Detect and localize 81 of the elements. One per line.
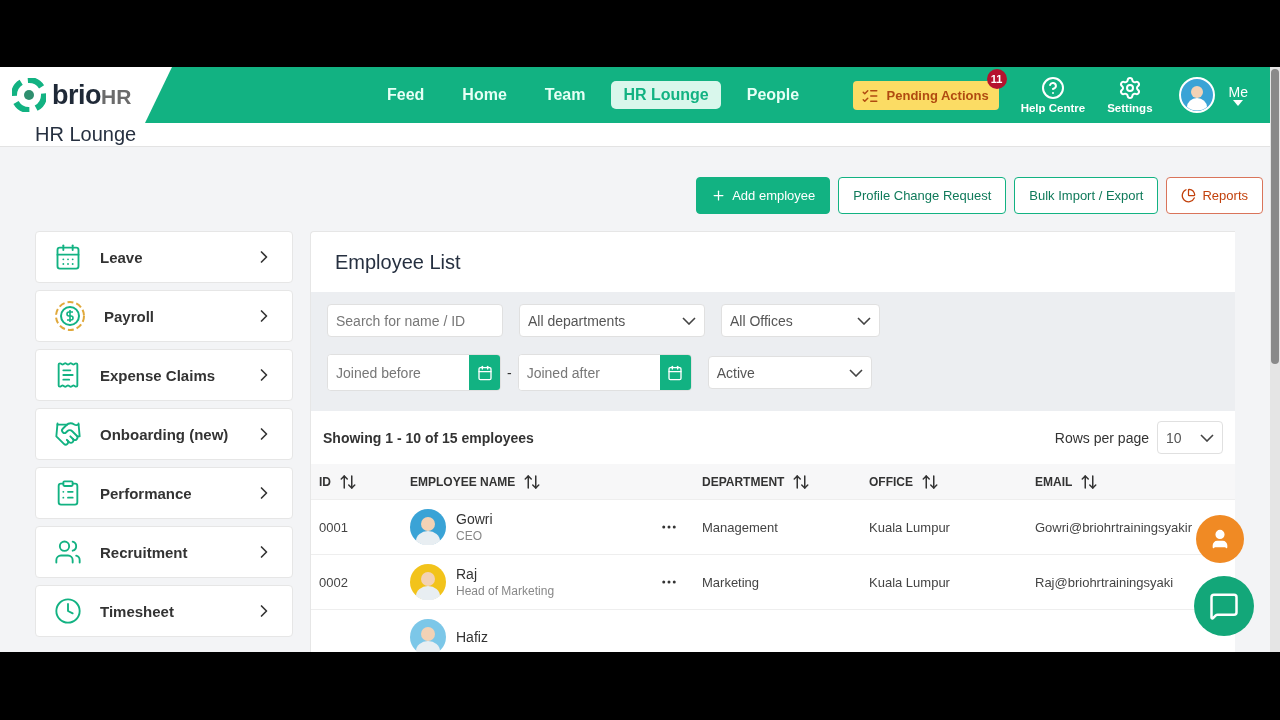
email-cell-text: Raj@briohrtrainingsyaki [1035, 574, 1175, 590]
sidebar-label: Recruitment [100, 543, 189, 561]
action-button[interactable]: Profile Change Request [838, 177, 1007, 214]
dollar-coin-icon [54, 300, 86, 332]
sidebar-item[interactable]: Performance [35, 467, 293, 519]
page-title: HR Lounge [35, 123, 137, 146]
clock-icon [54, 597, 82, 625]
sort-icon [523, 472, 542, 491]
date-field[interactable]: Joined after [517, 354, 692, 391]
sidebar-item[interactable]: Expense Claims [35, 349, 293, 401]
avatar [410, 509, 446, 545]
calendar-button[interactable] [469, 355, 500, 390]
sort-icon [1080, 472, 1099, 491]
chevron-down-icon [848, 368, 863, 377]
sort-icon [921, 472, 939, 491]
help-icon [1040, 76, 1065, 100]
user-label: Me [1228, 84, 1248, 100]
employee-role: CEO [456, 529, 483, 543]
department-cell-text: Management [702, 519, 779, 535]
employee-name: Gowri [456, 511, 493, 527]
calendar-icon [476, 364, 493, 381]
employee-role: Head of Marketing [456, 584, 555, 598]
sidebar-label: Leave [100, 248, 144, 266]
column-header[interactable]: OFFICE [869, 472, 1035, 491]
sidebar-label: Expense Claims [100, 366, 217, 384]
employee-name: Hafiz [456, 629, 488, 645]
email-cell-text: Gowri@briohrtrainingsyakir [1035, 519, 1193, 535]
sidebar-label: Performance [100, 484, 193, 502]
header-link-label: Help Centre [1020, 102, 1086, 114]
chevron-down-icon [1200, 433, 1214, 442]
office-cell-text: Kuala Lumpur [869, 574, 951, 590]
chat-icon [1209, 591, 1239, 621]
settings-icon [1117, 76, 1142, 100]
search-field[interactable]: Search for name / ID [327, 304, 503, 337]
pie-chart-icon [1181, 188, 1197, 203]
panel-title: Employee List [334, 249, 462, 275]
sidebar-item[interactable]: Onboarding (new) [35, 408, 293, 460]
sidebar-item[interactable]: Recruitment [35, 526, 293, 578]
sidebar-item[interactable]: Timesheet [35, 585, 293, 637]
column-header[interactable]: EMAIL [1035, 472, 1235, 491]
rows-per-page-select[interactable]: 10 [1157, 421, 1223, 454]
sort-icon [792, 472, 811, 491]
caret-icon [1233, 100, 1244, 106]
scrollbar-thumb[interactable] [1271, 69, 1279, 364]
brand-name: brioHR [52, 79, 132, 111]
sidebar-label: Payroll [104, 307, 156, 325]
column-header[interactable]: EMPLOYEE NAME [410, 472, 660, 491]
employee-name: Raj [456, 566, 478, 582]
count-badge: 11 [986, 68, 1007, 89]
office-cell-text: Kuala Lumpur [869, 519, 951, 535]
chevron-down-icon [682, 316, 696, 325]
id-cell-text: 0002 [319, 574, 349, 590]
chevron-down-icon [857, 316, 871, 325]
rows-per-page-label: Rows per page [1054, 429, 1149, 446]
department-cell-text: Marketing [702, 574, 761, 590]
avatar [410, 564, 446, 600]
id-cell-text: 0001 [319, 519, 349, 535]
result-count: Showing 1 - 10 of 15 employees [323, 429, 534, 446]
office-select[interactable]: All Offices [721, 304, 880, 337]
sort-icon [339, 472, 357, 491]
logo-icon [12, 78, 46, 112]
header-link-label: Settings [1107, 102, 1153, 114]
people-icon [54, 538, 82, 566]
action-button[interactable]: Reports [1166, 177, 1263, 214]
handshake-icon [54, 420, 82, 448]
sidebar-item[interactable]: Payroll [35, 290, 293, 342]
calendar-icon [54, 243, 82, 271]
column-header[interactable]: ID [319, 472, 410, 491]
action-button[interactable]: Bulk Import / Export [1014, 177, 1159, 214]
plus-icon [711, 188, 727, 203]
sidebar-item[interactable]: Leave [35, 231, 293, 283]
status-select[interactable]: Active [707, 356, 872, 389]
calendar-icon [667, 364, 684, 381]
range-separator: - [507, 364, 512, 381]
calendar-button[interactable] [659, 355, 691, 390]
sidebar-label: Onboarding (new) [100, 425, 230, 443]
date-field[interactable]: Joined before [327, 354, 501, 391]
sidebar-label: Timesheet [100, 602, 175, 620]
user-avatar [1178, 77, 1215, 113]
column-header[interactable]: DEPARTMENT [702, 472, 869, 491]
department-select[interactable]: All departments [519, 304, 705, 337]
